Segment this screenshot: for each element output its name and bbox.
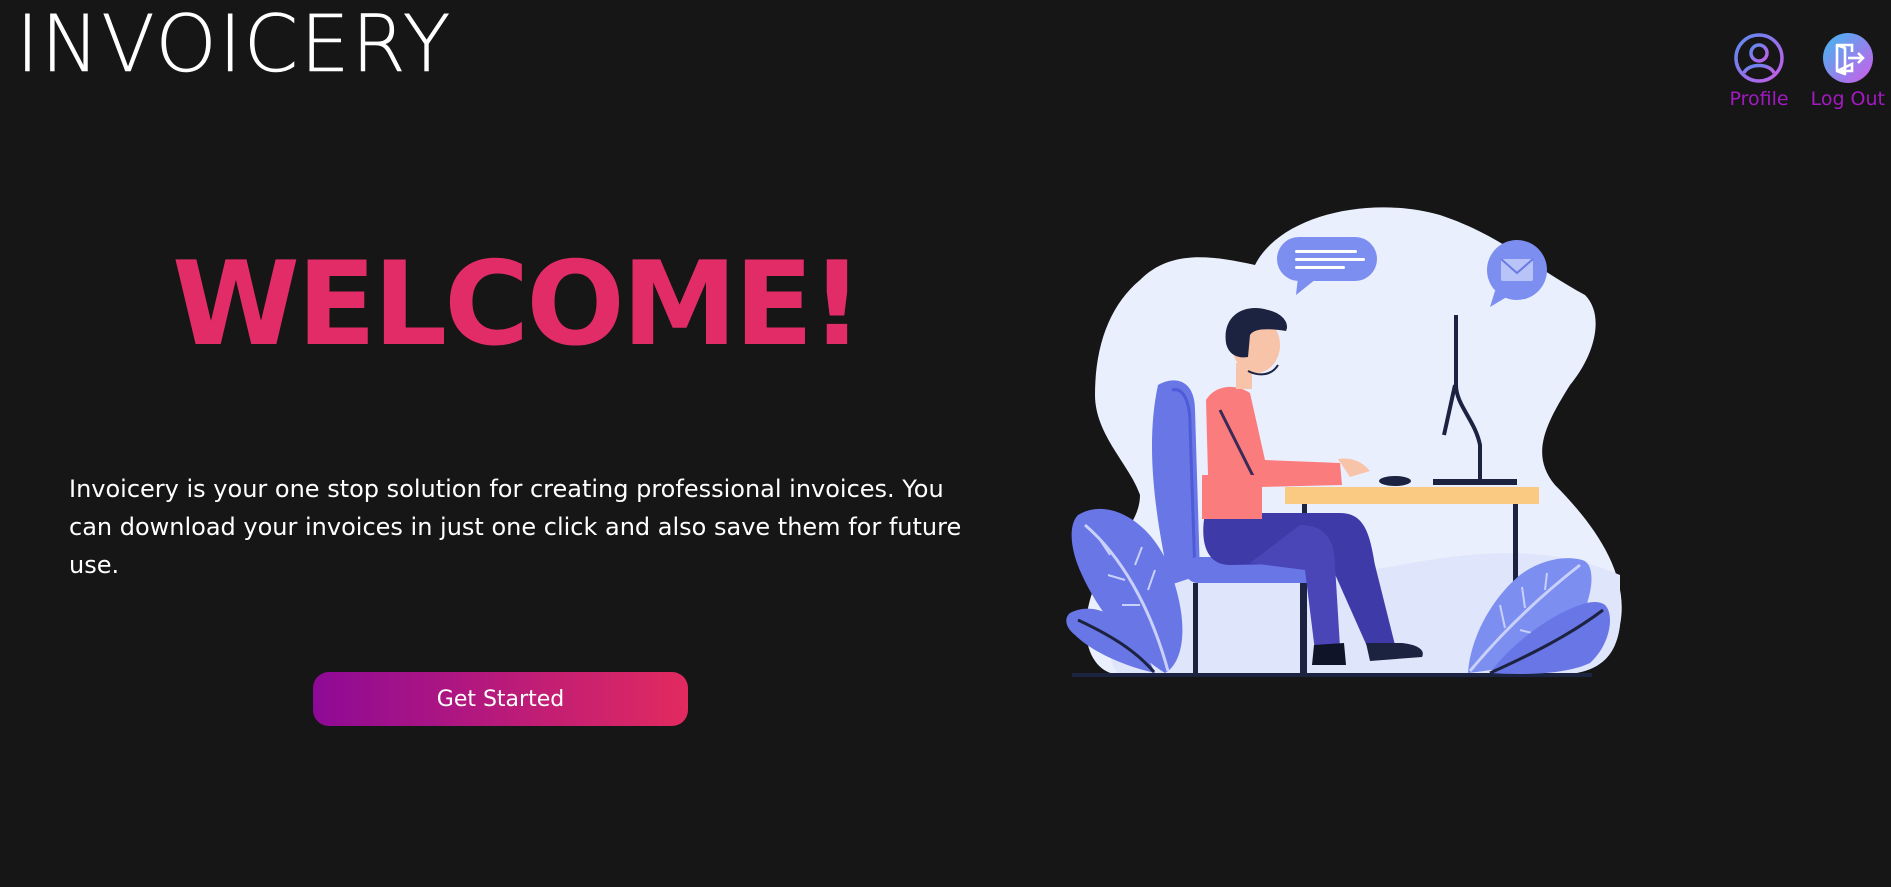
welcome-title: WELCOME! [172, 237, 863, 372]
workspace-illustration [1066, 207, 1622, 677]
get-started-button[interactable]: Get Started [313, 672, 688, 726]
landing-page: INVOICERY Profile Log Out WELCOME! Invoi… [0, 0, 1891, 887]
profile-icon[interactable] [1733, 32, 1785, 84]
profile-label[interactable]: Profile [1729, 88, 1788, 110]
computer-mouse [1379, 476, 1411, 486]
hero-description: Invoicery is your one stop solution for … [69, 475, 962, 579]
logout-icon[interactable] [1822, 32, 1874, 84]
profile-nav-item[interactable]: Profile [1729, 32, 1789, 110]
header-nav: Profile Log Out [1729, 32, 1885, 110]
app-logo[interactable]: INVOICERY [16, 6, 452, 85]
logout-nav-item[interactable]: Log Out [1811, 32, 1885, 110]
logout-label[interactable]: Log Out [1811, 88, 1885, 110]
